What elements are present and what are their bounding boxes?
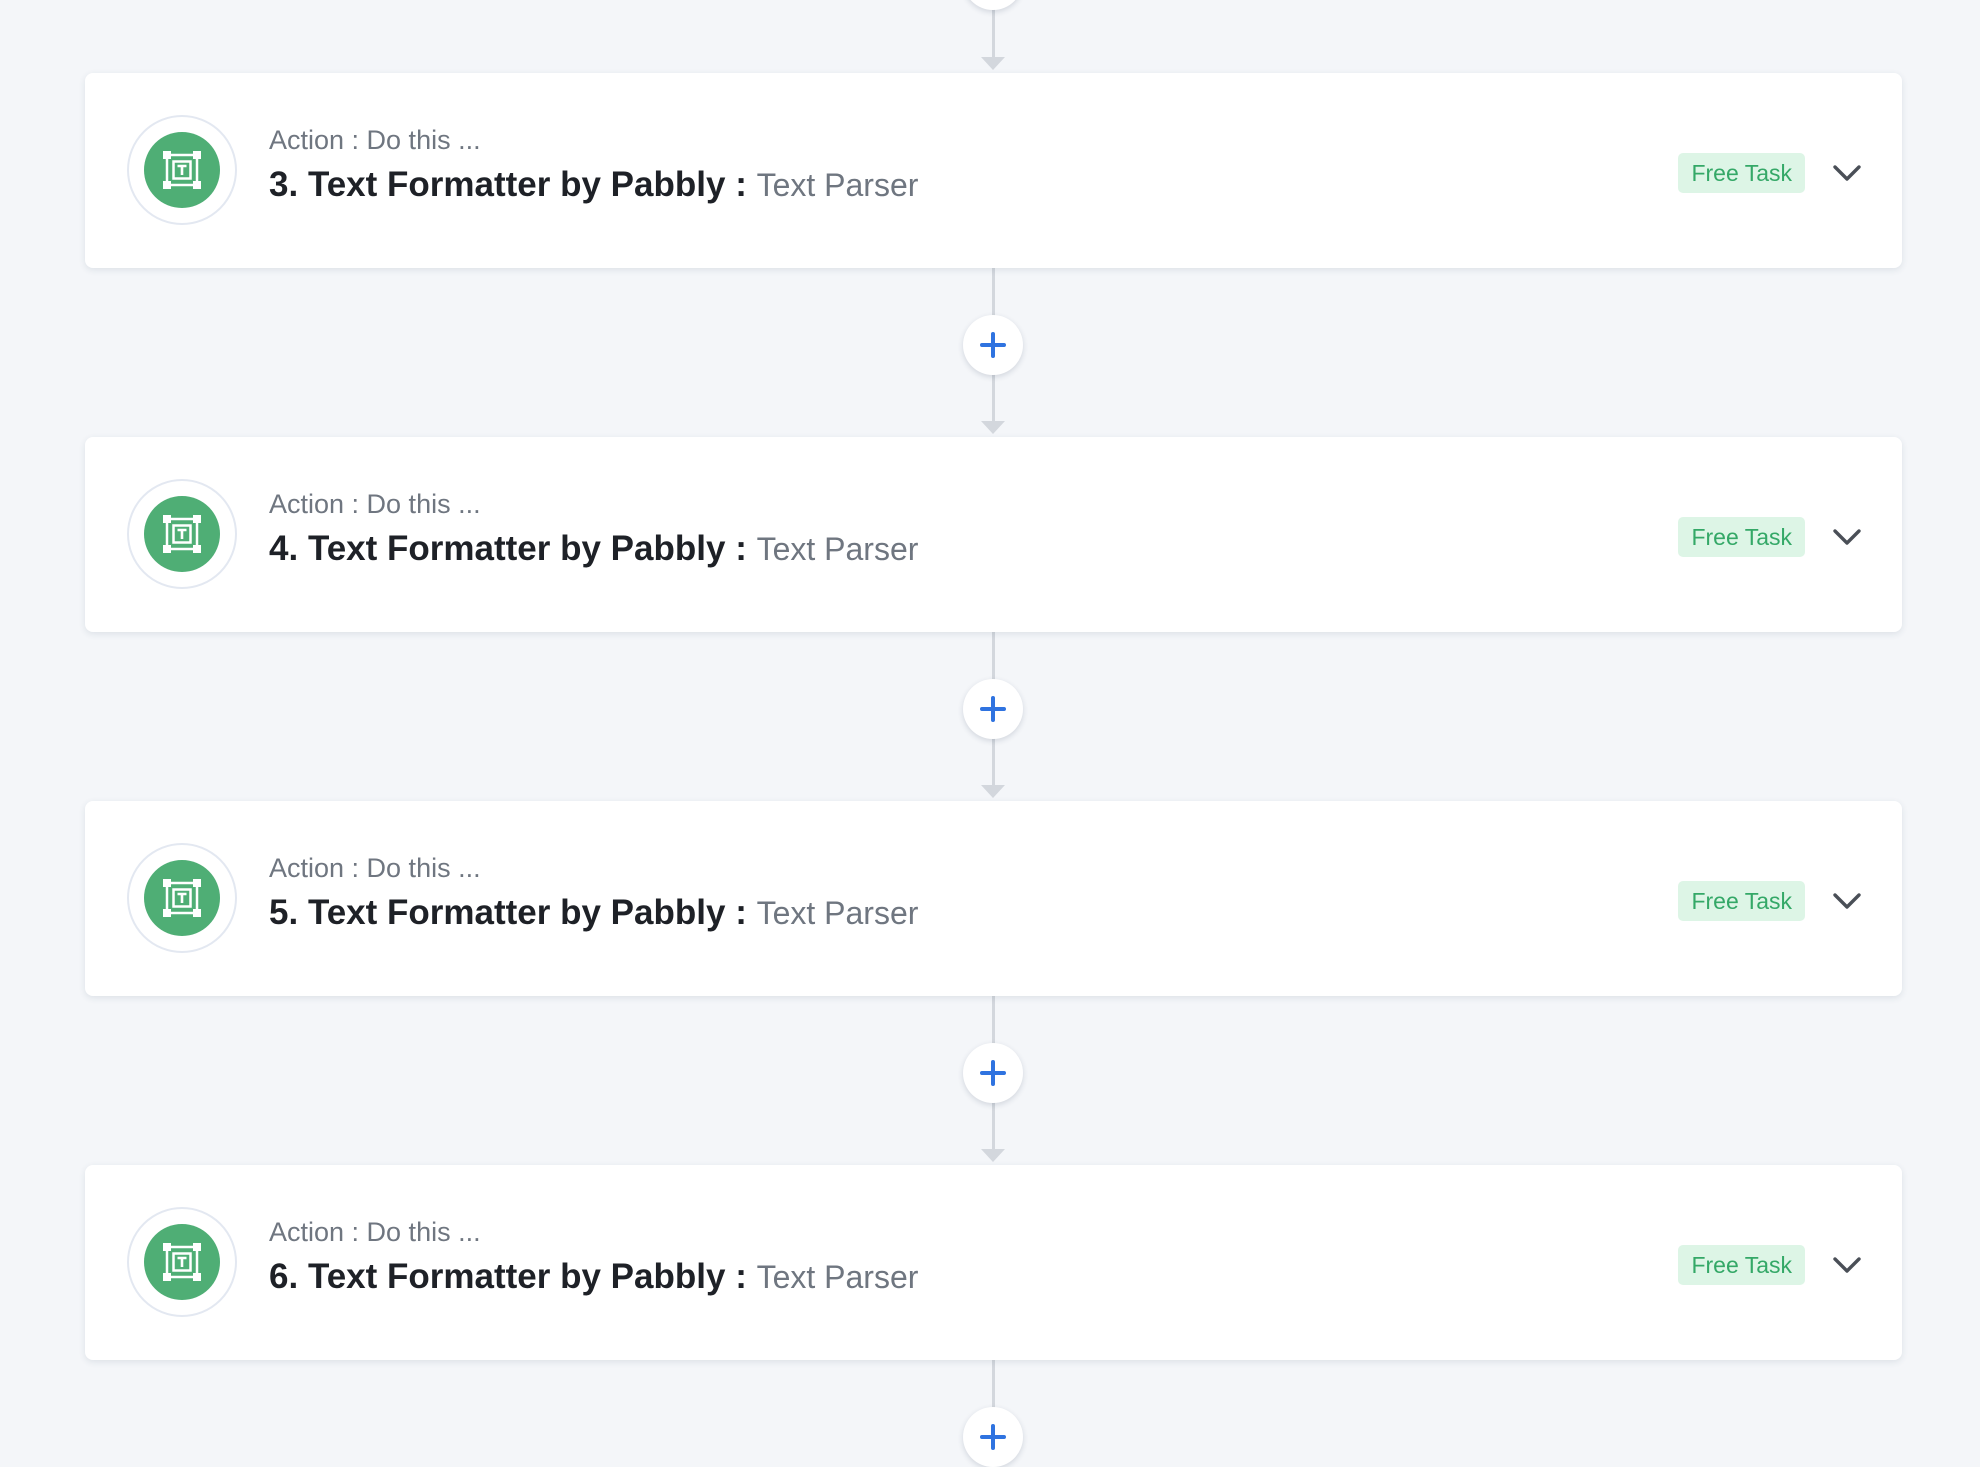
plus-icon bbox=[980, 1060, 1006, 1086]
free-task-badge: Free Task bbox=[1678, 153, 1805, 193]
step-number: 4. bbox=[269, 529, 299, 568]
add-step-button[interactable] bbox=[963, 1407, 1023, 1467]
app-name: Text Formatter by Pabbly bbox=[307, 1257, 726, 1296]
free-task-badge: Free Task bbox=[1678, 881, 1805, 921]
app-icon-ring bbox=[127, 479, 237, 589]
step-subtitle: Action : Do this ... bbox=[269, 489, 481, 519]
step-subtitle: Action : Do this ... bbox=[269, 1217, 481, 1247]
add-step-button[interactable] bbox=[963, 679, 1023, 739]
workflow-step-card[interactable]: Action : Do this ... 3. Text Formatter b… bbox=[85, 73, 1902, 268]
connector-arrow bbox=[981, 1149, 1005, 1162]
app-icon-ring bbox=[127, 115, 237, 225]
app-icon-ring bbox=[127, 843, 237, 953]
app-name: Text Formatter by Pabbly bbox=[307, 893, 726, 932]
title-separator: : bbox=[735, 529, 747, 568]
text-formatter-icon bbox=[144, 132, 220, 208]
app-name: Text Formatter by Pabbly bbox=[307, 529, 726, 568]
step-number: 6. bbox=[269, 1257, 299, 1296]
title-separator: : bbox=[735, 1257, 747, 1296]
add-step-button[interactable] bbox=[963, 0, 1023, 10]
workflow-step-card[interactable]: Action : Do this ... 5. Text Formatter b… bbox=[85, 801, 1902, 996]
step-subtitle: Action : Do this ... bbox=[269, 125, 481, 155]
step-title: 3. Text Formatter by Pabbly : Text Parse… bbox=[269, 165, 918, 205]
title-separator: : bbox=[735, 165, 747, 204]
plus-icon bbox=[980, 332, 1006, 358]
connector-arrow bbox=[981, 57, 1005, 70]
plus-icon bbox=[980, 696, 1006, 722]
workflow-step-card[interactable]: Action : Do this ... 6. Text Formatter b… bbox=[85, 1165, 1902, 1360]
app-icon-ring bbox=[127, 1207, 237, 1317]
app-name: Text Formatter by Pabbly bbox=[307, 165, 726, 204]
step-subtitle: Action : Do this ... bbox=[269, 853, 481, 883]
workflow-step-card[interactable]: Action : Do this ... 4. Text Formatter b… bbox=[85, 437, 1902, 632]
connector-arrow bbox=[981, 785, 1005, 798]
action-name: Text Parser bbox=[756, 895, 919, 931]
free-task-badge: Free Task bbox=[1678, 517, 1805, 557]
chevron-down-icon[interactable] bbox=[1832, 889, 1862, 913]
step-number: 5. bbox=[269, 893, 299, 932]
text-formatter-icon bbox=[144, 1224, 220, 1300]
action-name: Text Parser bbox=[756, 531, 919, 567]
free-task-badge: Free Task bbox=[1678, 1245, 1805, 1285]
step-title: 5. Text Formatter by Pabbly : Text Parse… bbox=[269, 893, 918, 933]
chevron-down-icon[interactable] bbox=[1832, 1253, 1862, 1277]
add-step-button[interactable] bbox=[963, 1043, 1023, 1103]
plus-icon bbox=[980, 1424, 1006, 1450]
text-formatter-icon bbox=[144, 860, 220, 936]
title-separator: : bbox=[735, 893, 747, 932]
text-formatter-icon bbox=[144, 496, 220, 572]
add-step-button[interactable] bbox=[963, 315, 1023, 375]
step-number: 3. bbox=[269, 165, 299, 204]
action-name: Text Parser bbox=[756, 167, 919, 203]
chevron-down-icon[interactable] bbox=[1832, 525, 1862, 549]
step-title: 6. Text Formatter by Pabbly : Text Parse… bbox=[269, 1257, 918, 1297]
chevron-down-icon[interactable] bbox=[1832, 161, 1862, 185]
connector-arrow bbox=[981, 421, 1005, 434]
action-name: Text Parser bbox=[756, 1259, 919, 1295]
step-title: 4. Text Formatter by Pabbly : Text Parse… bbox=[269, 529, 918, 569]
